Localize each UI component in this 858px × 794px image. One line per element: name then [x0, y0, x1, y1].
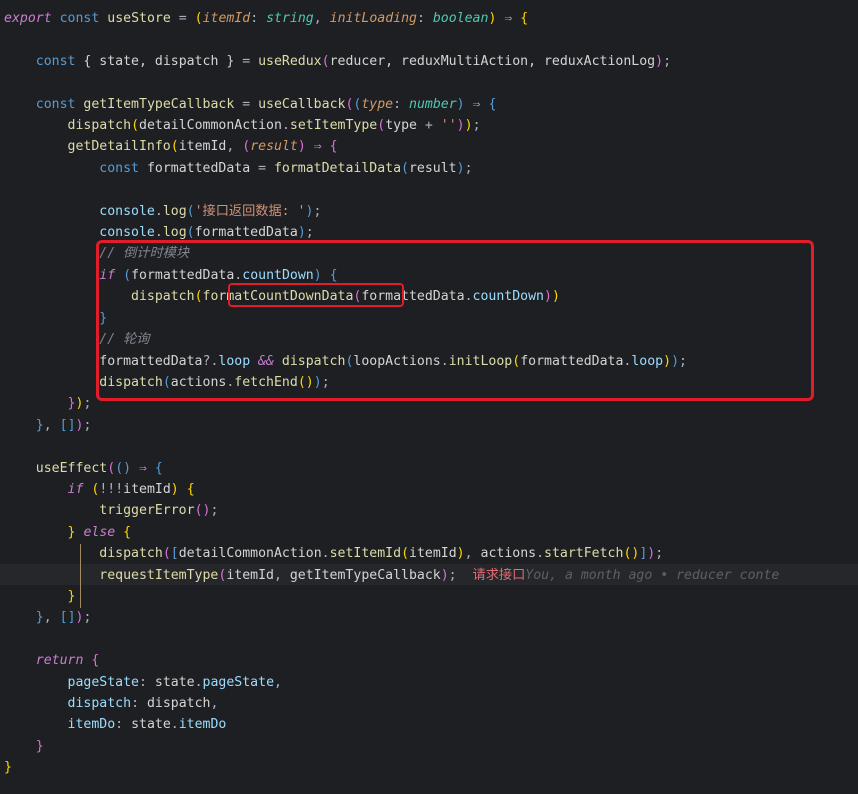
fn-getDetailInfo: getDetailInfo: [68, 139, 171, 154]
kw-const: const: [60, 11, 100, 26]
id-getItemTypeCallback: getItemTypeCallback: [83, 97, 234, 112]
comment-countdown: // 倒计时模块: [99, 246, 189, 261]
fn-useRedux: useRedux: [258, 54, 322, 69]
fn-requestItemType: requestItemType: [99, 568, 218, 583]
fn-dispatch: dispatch: [68, 118, 132, 133]
str-log1: '接口返回数据: ': [195, 204, 306, 219]
git-blame: You, a month ago • reducer conte: [525, 568, 779, 583]
id-useStore: useStore: [107, 11, 171, 26]
kw-export: export: [4, 11, 52, 26]
type-boolean: boolean: [433, 11, 489, 26]
comment-loop: // 轮询: [99, 332, 149, 347]
type-string: string: [266, 11, 314, 26]
fn-useCallback: useCallback: [258, 97, 345, 112]
param-itemId: itemId: [203, 11, 251, 26]
fn-formatDetailData: formatDetailData: [274, 161, 401, 176]
fn-formatCountDownData: formatCountDownData: [203, 289, 354, 304]
fn-triggerError: triggerError: [99, 503, 194, 518]
fn-useEffect: useEffect: [36, 461, 107, 476]
code-editor[interactable]: export const useStore = (itemId: string,…: [0, 0, 858, 787]
param-type: type: [361, 97, 393, 112]
param-initLoading: initLoading: [330, 11, 417, 26]
inline-annotation: 请求接口: [473, 568, 526, 583]
destructure: { state, dispatch }: [83, 54, 234, 69]
